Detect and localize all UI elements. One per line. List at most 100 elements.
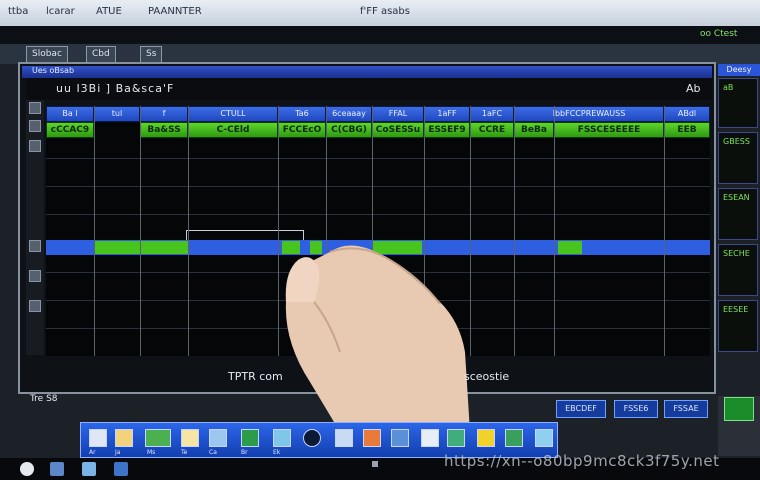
column-header[interactable]: lbbFCCPREWAUSS (514, 106, 664, 122)
inner-window-title: Ues oBsab (32, 66, 75, 75)
tool-icon[interactable] (29, 140, 41, 152)
grid-line (46, 214, 710, 215)
green-label: Ba&SS (140, 122, 188, 138)
grid-line (94, 106, 95, 356)
header-row: uu I3Bi ] Ba&sca'F Ab (26, 78, 712, 100)
hand-illustration (285, 245, 470, 432)
bottom-right-label: sceostie (464, 370, 510, 383)
app-icon[interactable] (241, 429, 259, 447)
menu-item[interactable]: lcarar (46, 6, 75, 17)
grid-line (46, 158, 710, 159)
app-label: Ms (147, 449, 156, 456)
readout-panel: GBESS (718, 132, 758, 184)
column-header[interactable]: 6ceaaay (326, 106, 372, 122)
readout-panel: SECHE (718, 244, 758, 296)
menu-item[interactable]: ATUE (96, 6, 122, 17)
green-label: ESSEF9 (424, 122, 470, 138)
action-button[interactable]: EBCDEF (556, 400, 606, 418)
tool-icon[interactable] (29, 120, 41, 132)
header-title: uu I3Bi ] Ba&sca'F (56, 82, 175, 95)
menu-item[interactable]: PAANNTER (148, 6, 202, 17)
grid-line (140, 106, 141, 356)
app-icon[interactable] (363, 429, 381, 447)
header-right-label: Ab (686, 82, 701, 95)
app-label: Ek (273, 449, 281, 456)
readout-panel: EESEE (718, 300, 758, 352)
top-menu-bar: ttba lcarar ATUE PAANNTER f'FF asabs (0, 0, 760, 27)
right-panel-header: Deesy (718, 64, 760, 76)
green-label: C-CEld (188, 122, 278, 138)
green-label: FCCEcO (278, 122, 326, 138)
taskbar-icon[interactable] (114, 462, 128, 476)
toolbar-button[interactable]: Cbd (86, 46, 116, 63)
app-icon[interactable] (209, 429, 227, 447)
app-icon[interactable] (535, 429, 553, 447)
column-header[interactable]: FFAL (372, 106, 424, 122)
grid-line (554, 106, 555, 356)
menu-item[interactable]: ttba (8, 6, 28, 17)
column-header[interactable]: f (140, 106, 188, 122)
app-icon[interactable] (447, 429, 465, 447)
corner-label: Tre S8 (30, 394, 58, 404)
app-icon[interactable] (303, 429, 321, 447)
readout-value: EESEE (723, 305, 749, 314)
tool-icon[interactable] (29, 102, 41, 114)
taskbar-icon[interactable] (82, 462, 96, 476)
app-label: Ca (209, 449, 217, 456)
app-icon[interactable] (145, 429, 171, 447)
tool-icon[interactable] (29, 300, 41, 312)
green-label: cCCAC9 (46, 122, 94, 138)
readout-value: GBESS (723, 137, 750, 146)
taskbar-icon[interactable] (50, 462, 64, 476)
left-tool-strip (26, 100, 44, 355)
green-label: FSSCESEEEE (554, 122, 664, 138)
app-label: Ja (115, 449, 121, 456)
app-icon[interactable] (505, 429, 523, 447)
app-icon[interactable] (115, 429, 133, 447)
status-strip: oo Ctest (0, 26, 760, 44)
grid-line (188, 106, 189, 356)
tool-icon[interactable] (29, 240, 41, 252)
action-button[interactable]: FSSAE (664, 400, 708, 418)
column-header[interactable]: Ba l (46, 106, 94, 122)
column-header[interactable]: tul (94, 106, 140, 122)
signal-block[interactable] (558, 241, 582, 254)
column-header[interactable]: 1aFF (424, 106, 470, 122)
grid-line (46, 186, 710, 187)
green-label: C(CBG) (326, 122, 372, 138)
column-header[interactable]: ABdl (664, 106, 710, 122)
app-icon[interactable] (391, 429, 409, 447)
app-icon[interactable] (335, 429, 353, 447)
column-header[interactable]: CTULL (188, 106, 278, 122)
readout-value: ESEAN (723, 193, 750, 202)
column-header[interactable]: Ta6 (278, 106, 326, 122)
start-icon[interactable] (20, 462, 34, 476)
readout-value: aB (723, 83, 734, 92)
green-label: CCRE (470, 122, 514, 138)
confirm-button[interactable] (724, 397, 754, 421)
readout-panel: aB (718, 78, 758, 128)
cursor-icon (372, 461, 378, 467)
app-icon[interactable] (477, 429, 495, 447)
app-icon[interactable] (89, 429, 107, 447)
app-icon[interactable] (273, 429, 291, 447)
grid-line (664, 106, 665, 356)
column-header[interactable]: 1aFC (470, 106, 514, 122)
green-label: EEB (664, 122, 710, 138)
toolbar: Slobac Cbd Ss (0, 44, 760, 64)
app-label: Ar (89, 449, 96, 456)
app-label: Br (241, 449, 248, 456)
app-icon[interactable] (421, 429, 439, 447)
readout-panel: ESEAN (718, 188, 758, 240)
app-icon[interactable] (181, 429, 199, 447)
toolbar-button[interactable]: Ss (140, 46, 163, 63)
toolbar-button[interactable]: Slobac (26, 46, 68, 63)
green-label: CoSESSu (372, 122, 424, 138)
action-button[interactable]: FSSE6 (614, 400, 658, 418)
watermark: https://xn--o80bp9mc8ck3f75y.net (444, 452, 720, 470)
grid-line (470, 106, 471, 356)
tool-icon[interactable] (29, 270, 41, 282)
status-indicator: oo Ctest (700, 29, 738, 39)
signal-block[interactable] (94, 241, 188, 254)
readout-value: SECHE (723, 249, 750, 258)
